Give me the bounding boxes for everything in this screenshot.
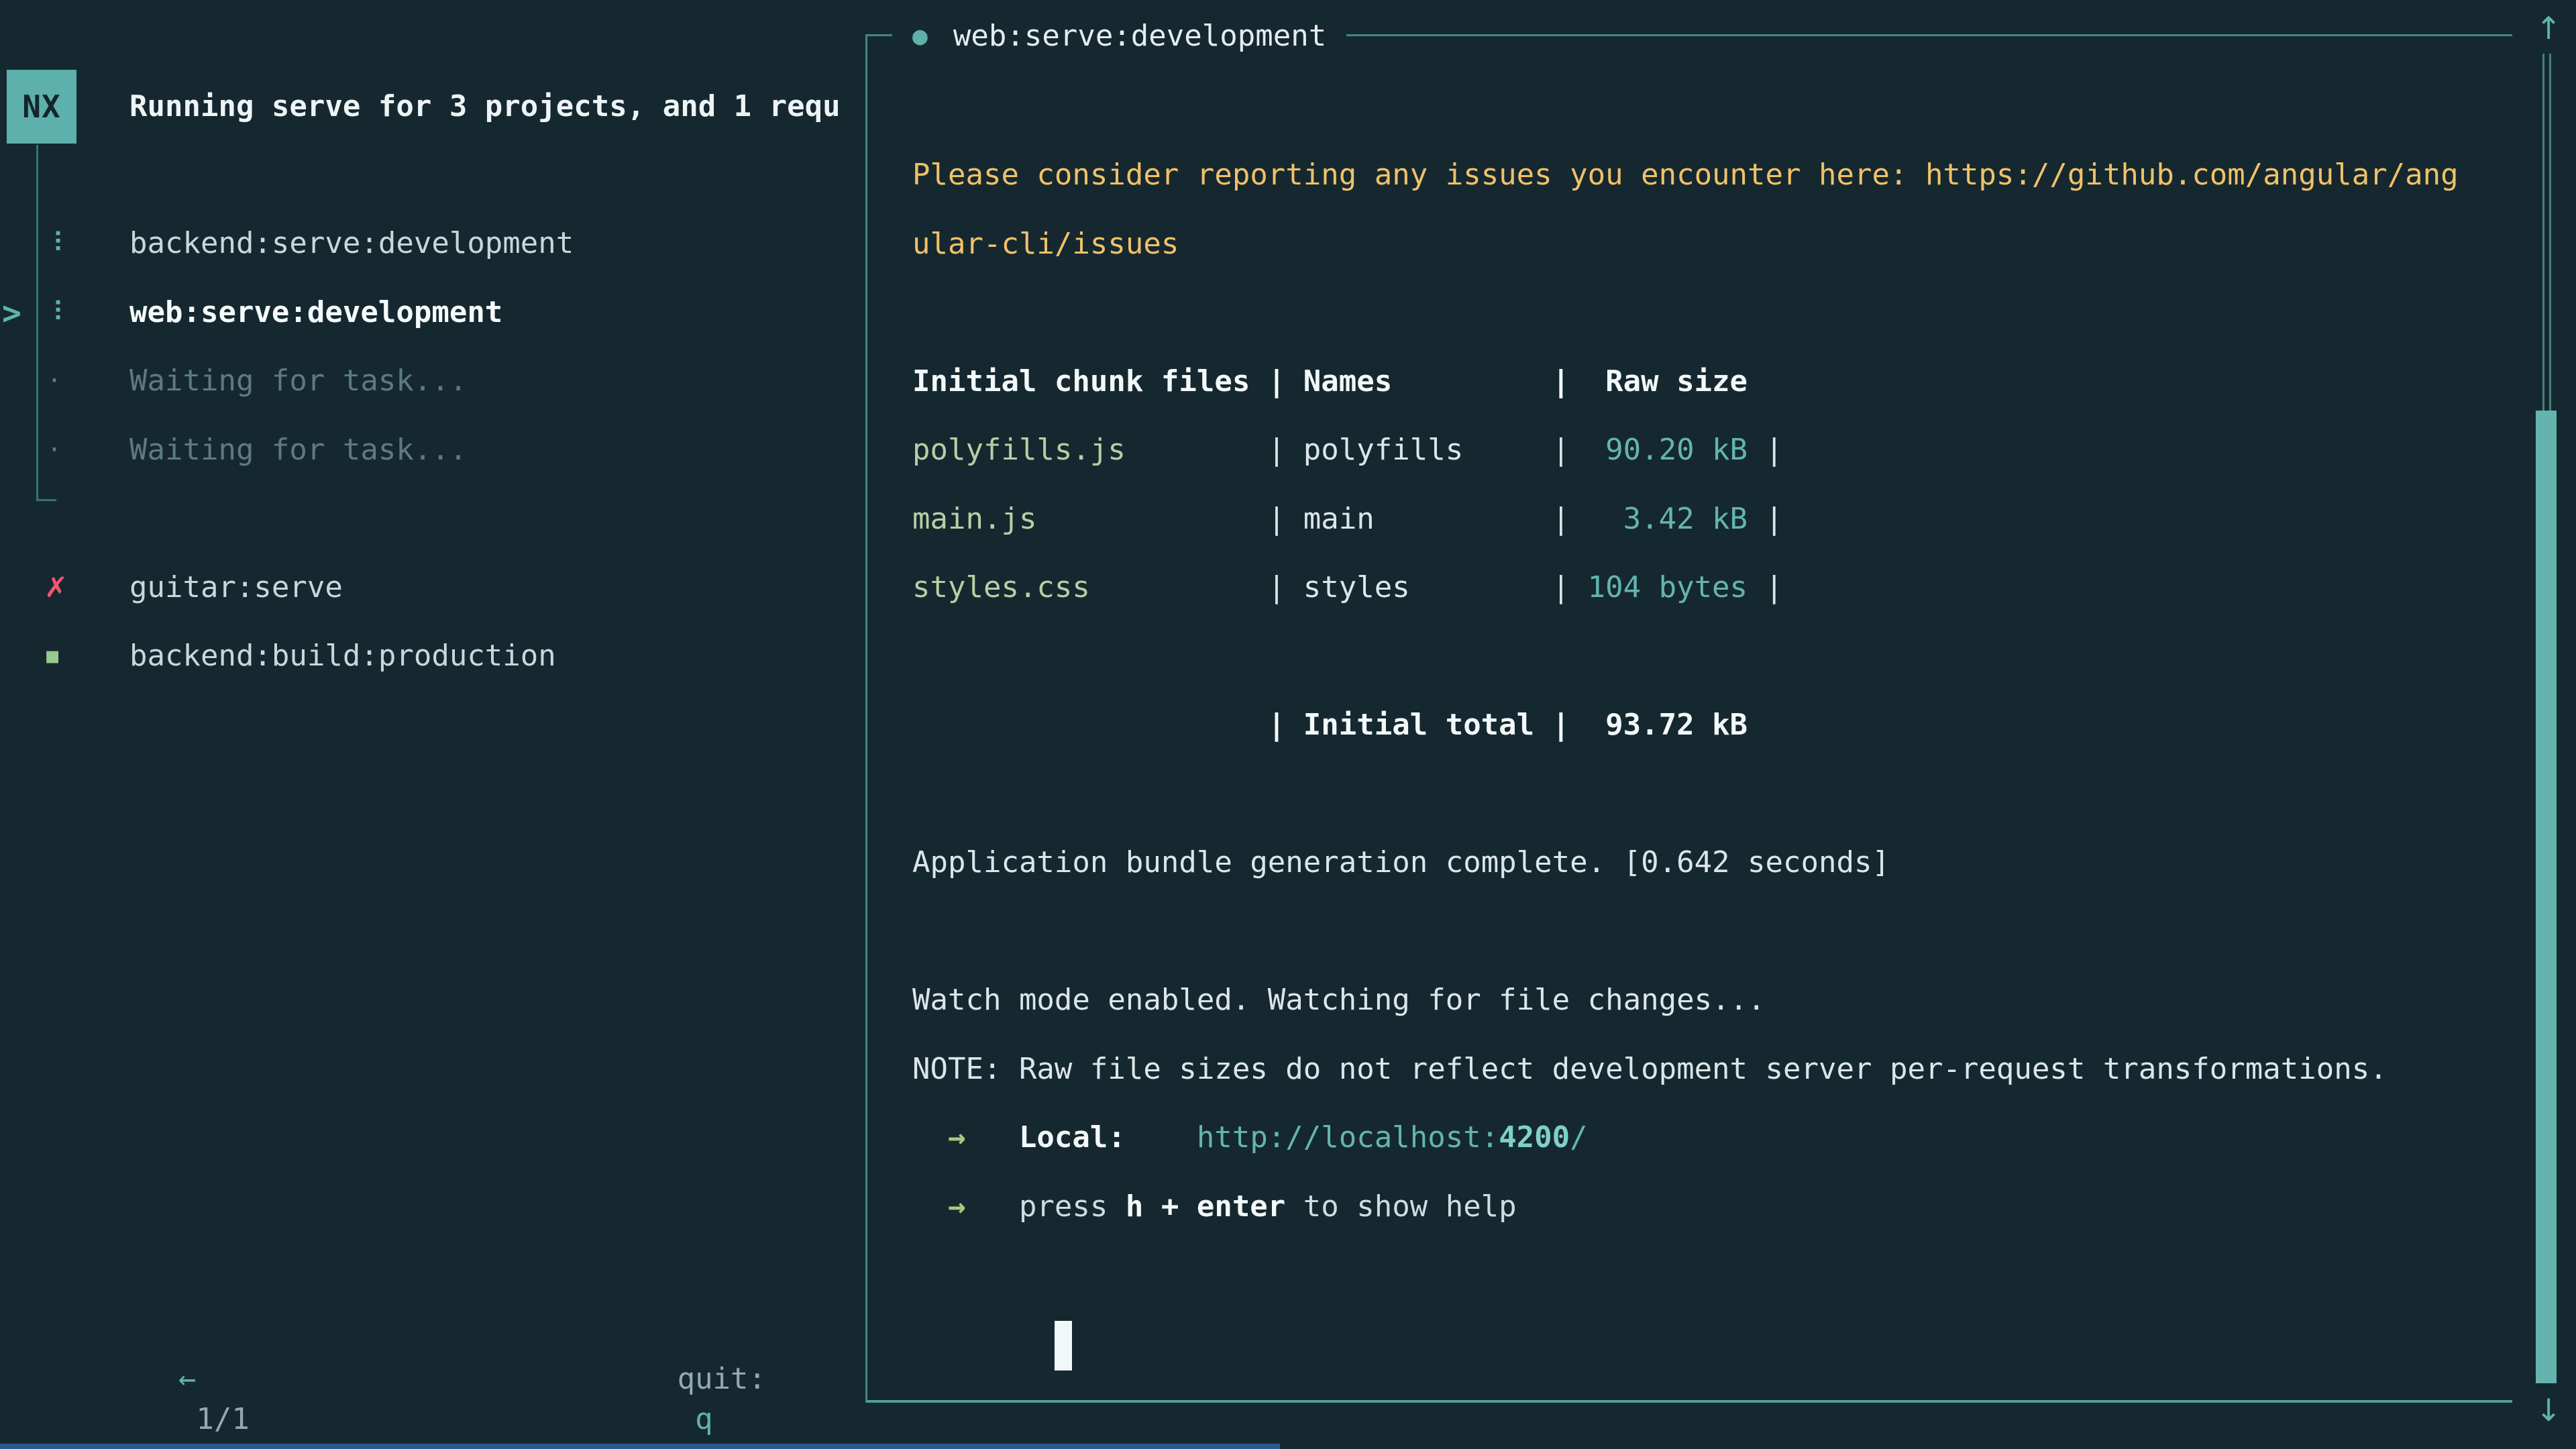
output-panel-title: web:serve:development (953, 19, 1326, 53)
success-square-icon: ▪ (44, 622, 60, 691)
task-label: guitar:serve (129, 553, 343, 623)
table-pipe: | (1766, 416, 1784, 485)
table-row-styles: styles.css | styles | 104 bytes | (912, 553, 2516, 623)
angular-issue-notice-line-1: Please consider reporting any issues you… (912, 141, 2516, 210)
pointer-arrow-icon: → (948, 1104, 966, 1173)
local-label: Local: (1019, 1104, 1126, 1173)
page-indicator: 1/1 (196, 1402, 249, 1436)
chunk-table-header-row: Initial chunk files | Names | Raw size (912, 347, 2516, 417)
blank-row (0, 484, 865, 553)
table-pipe: | (1552, 691, 1570, 760)
task-list: ⠸ backend:serve:development ⠸ web:serve:… (0, 209, 865, 691)
table-pipe: | (1552, 485, 1570, 554)
local-url-line: → Local: http://localhost:4200/ (912, 1104, 2516, 1173)
blank-line (912, 898, 2516, 967)
bundle-complete-line: Application bundle generation complete. … (912, 828, 2516, 898)
page-left-arrow-icon[interactable]: ← (178, 1362, 197, 1396)
scrollbar-thumb[interactable] (2536, 411, 2557, 1383)
chunk-size: 3.42 kB (1588, 485, 1748, 554)
failed-cross-icon: ✗ (44, 553, 68, 623)
pagination: ← 1/1 → (36, 1319, 250, 1449)
table-row-polyfills: polyfills.js | polyfills | 90.20 kB | (912, 416, 2516, 485)
quit-key: q (695, 1402, 713, 1436)
col-raw-size: Raw size (1588, 347, 1748, 417)
chunk-name: main (1303, 485, 1375, 554)
task-row-web-serve-selected[interactable]: ⠸ web:serve:development (0, 278, 865, 347)
cursor-line (912, 1241, 2516, 1310)
bottom-accent-strip (0, 1444, 1280, 1449)
task-label: Waiting for task... (129, 416, 467, 485)
table-pipe: | (1268, 416, 1286, 485)
running-bullet-icon: ● (912, 21, 928, 50)
table-pipe: | (1268, 691, 1286, 760)
table-pipe: | (1552, 553, 1570, 623)
chunk-file: polyfills.js (912, 416, 1126, 485)
total-label: Initial total (1303, 691, 1534, 760)
status-bar: ← 1/1 → quit: q help: ? (0, 1319, 865, 1359)
angular-issue-notice-line-2: ular-cli/issues (912, 210, 2516, 279)
task-list-panel: NX Running serve for 3 projects, and 1 r… (0, 0, 865, 1449)
url-suffix: / (1570, 1120, 1588, 1155)
output-panel-header: ● web:serve:development (892, 12, 1346, 59)
run-summary-title: Running serve for 3 projects, and 1 requ (129, 87, 864, 127)
table-pipe: | (1268, 553, 1286, 623)
chunk-size: 90.20 kB (1588, 416, 1748, 485)
task-row-guitar-serve[interactable]: ✗ guitar:serve (0, 553, 865, 623)
chunk-name: polyfills (1303, 416, 1463, 485)
waiting-dot-icon: · (50, 416, 59, 485)
chunk-name: styles (1303, 553, 1410, 623)
waiting-dot-icon: · (50, 347, 59, 416)
watch-mode-line: Watch mode enabled. Watching for file ch… (912, 966, 2516, 1035)
blank-line (912, 278, 2516, 347)
table-row-main: main.js | main | 3.42 kB | (912, 485, 2516, 554)
task-row-waiting-2[interactable]: · Waiting for task... (0, 416, 865, 485)
scroll-up-arrow-icon[interactable]: ↑ (2532, 9, 2565, 47)
url-prefix: http://localhost: (1197, 1120, 1499, 1155)
blank-line (912, 760, 2516, 829)
task-row-backend-serve[interactable]: ⠸ backend:serve:development (0, 209, 865, 278)
table-pipe: | (1766, 485, 1784, 554)
nx-logo: NX (7, 70, 76, 144)
table-pipe: | (1552, 347, 1570, 417)
local-url-link[interactable]: http://localhost:4200/ (1197, 1104, 1588, 1173)
col-initial-chunk-files: Initial chunk files (912, 347, 1250, 417)
table-pipe: | (1268, 347, 1286, 417)
url-port: 4200 (1499, 1120, 1570, 1155)
table-pipe: | (1268, 485, 1286, 554)
help-hint-text: press h + enter to show help (1019, 1173, 1517, 1242)
help-hint-line: → press h + enter to show help (912, 1173, 2516, 1242)
note-line: NOTE: Raw file sizes do not reflect deve… (912, 1035, 2516, 1104)
col-names: Names (1303, 347, 1392, 417)
hint-post: to show help (1303, 1189, 1517, 1224)
chunk-file: styles.css (912, 553, 1090, 623)
chunk-size: 104 bytes (1588, 553, 1748, 623)
terminal-cursor (1055, 1321, 1072, 1371)
task-row-backend-build[interactable]: ▪ backend:build:production (0, 622, 865, 691)
task-row-waiting-1[interactable]: · Waiting for task... (0, 347, 865, 416)
terminal-output[interactable]: Please consider reporting any issues you… (912, 141, 2516, 1310)
pointer-arrow-icon: → (948, 1173, 966, 1242)
nx-tui-screen: NX Running serve for 3 projects, and 1 r… (0, 0, 2576, 1449)
quit-label: quit: (678, 1362, 766, 1396)
chunk-file: main.js (912, 485, 1036, 554)
table-pipe: | (1766, 553, 1784, 623)
keyboard-shortcuts: quit: q help: ? (535, 1319, 802, 1449)
task-label: backend:build:production (129, 622, 556, 691)
total-size: 93.72 kB (1588, 691, 1748, 760)
table-total-row: | Initial total | 93.72 kB (912, 691, 2516, 760)
scroll-down-arrow-icon[interactable]: ↓ (2532, 1391, 2565, 1429)
spinner-icon: ⠸ (44, 278, 64, 347)
task-label: Waiting for task... (129, 347, 467, 416)
spinner-icon: ⠸ (44, 209, 64, 278)
blank-line (912, 623, 2516, 692)
hint-keys: h + enter (1126, 1189, 1285, 1224)
task-label: backend:serve:development (129, 209, 574, 278)
table-pipe: | (1552, 416, 1570, 485)
hint-pre: press (1019, 1189, 1108, 1224)
task-label: web:serve:development (129, 278, 502, 347)
